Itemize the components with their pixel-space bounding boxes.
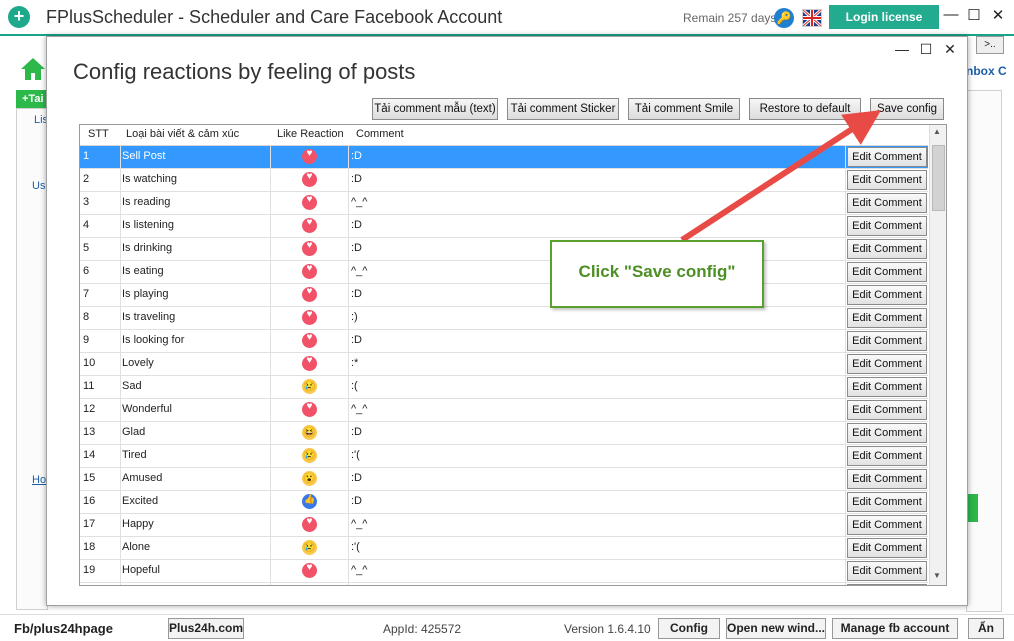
annotation-arrow	[680, 110, 882, 243]
annotation-callout: Click "Save config"	[550, 240, 764, 308]
annotation-text: Click "Save config"	[578, 262, 736, 281]
